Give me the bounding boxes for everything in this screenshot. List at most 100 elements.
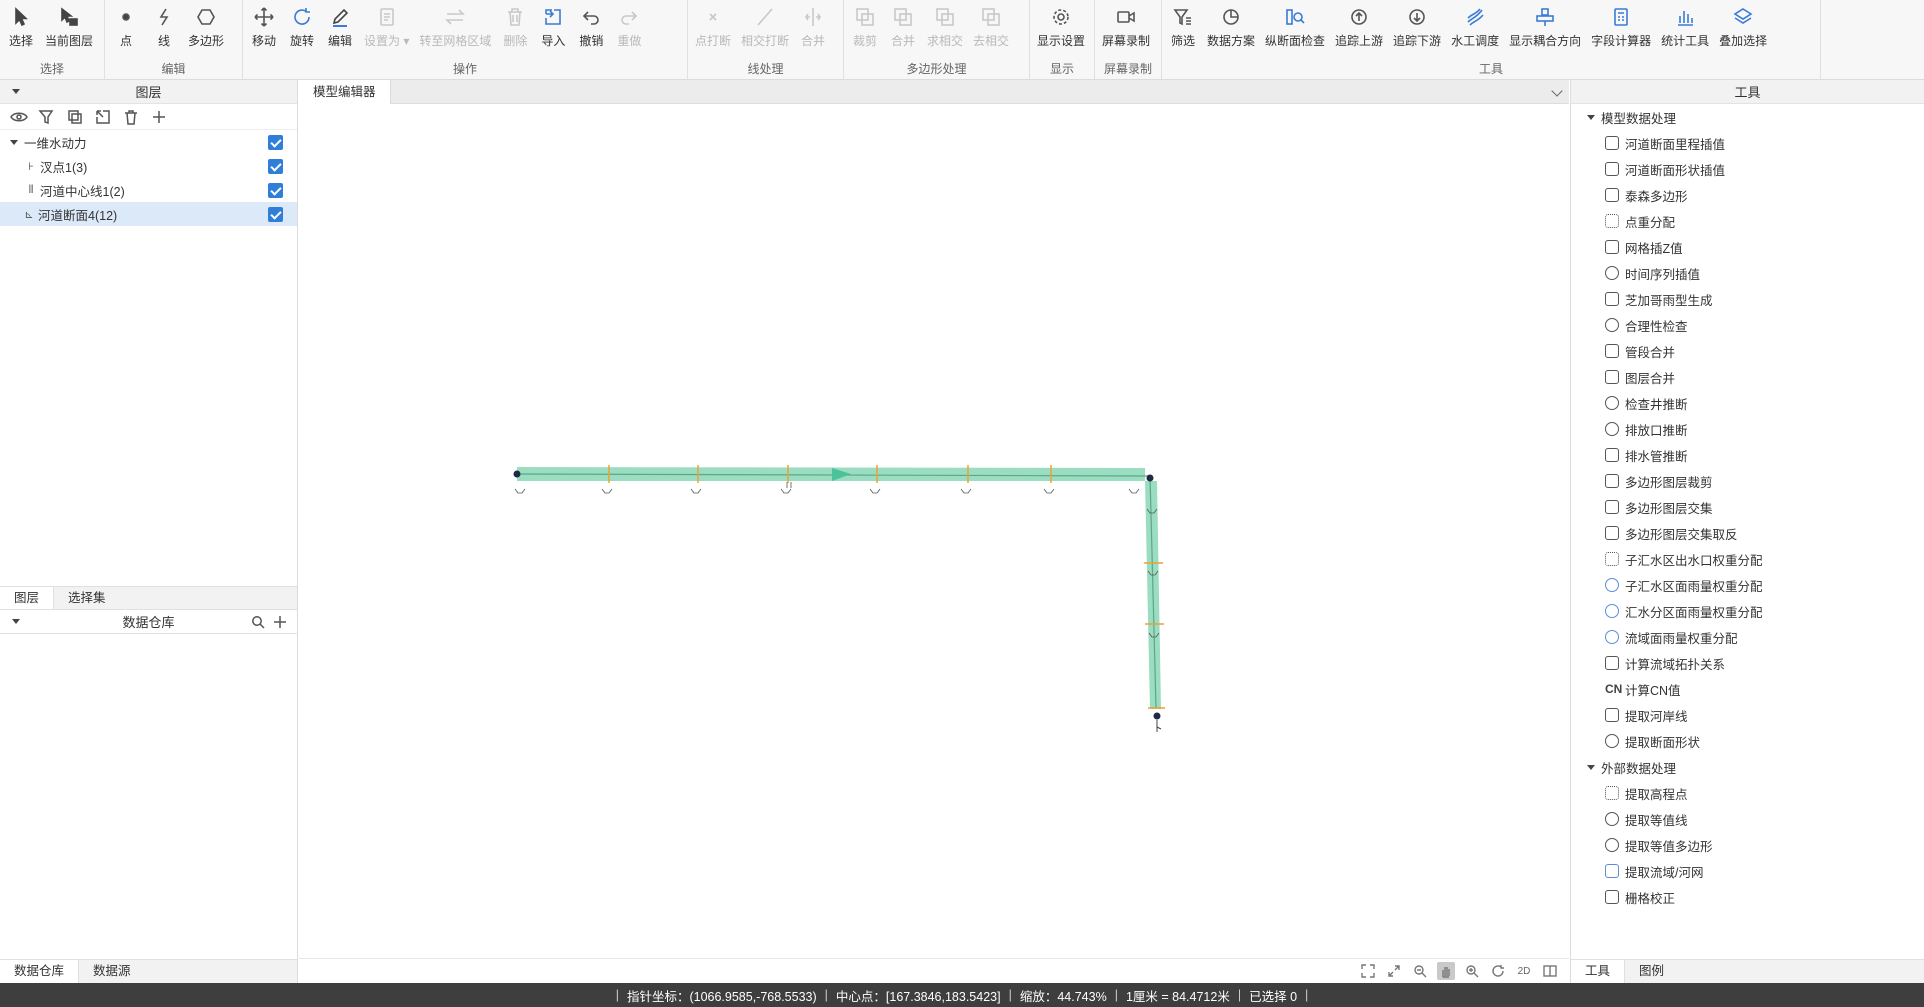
tab-model-editor[interactable]: 模型编辑器 [299,80,391,104]
edit-button[interactable]: 编辑 [321,0,359,60]
tool-item[interactable]: 管段合并 [1571,338,1924,364]
tool-item[interactable]: 子汇水区面雨量权重分配 [1571,572,1924,598]
tool-item[interactable]: 提取断面形状 [1571,728,1924,754]
pan-hand-icon[interactable] [1437,962,1455,980]
tool-item[interactable]: 点重分配 [1571,208,1924,234]
tool-item[interactable]: 网格插Z值 [1571,234,1924,260]
tool-item[interactable]: 泰森多边形 [1571,182,1924,208]
tool-item[interactable]: 流域面雨量权重分配 [1571,624,1924,650]
polygon-merge-button[interactable]: 合并 [884,0,922,60]
tab-legend[interactable]: 图例 [1625,960,1678,983]
screen-record-button[interactable]: 屏幕录制 [1097,0,1155,60]
tool-item[interactable]: 排水管推断 [1571,442,1924,468]
line-merge-button[interactable]: 合并 [794,0,832,60]
tool-item[interactable]: 多边形图层交集 [1571,494,1924,520]
delete-button[interactable]: 删除 [496,0,534,60]
tab-selection-set[interactable]: 选择集 [54,587,120,609]
expand-triangle-icon[interactable] [10,139,18,145]
zoom-out-icon[interactable] [1411,962,1429,980]
trace-upstream-button[interactable]: 追踪上游 [1330,0,1388,60]
river-centerline[interactable] [516,473,1157,709]
coupling-direction-button[interactable]: 显示耦合方向 [1504,0,1586,60]
tool-item[interactable]: 汇水分区面雨量权重分配 [1571,598,1924,624]
layer-visibility-checkbox[interactable] [268,135,283,150]
layer-visibility-checkbox[interactable] [268,159,283,174]
tool-item[interactable]: 多边形图层裁剪 [1571,468,1924,494]
trash-icon[interactable] [122,108,140,126]
field-calculator-button[interactable]: 字段计算器 [1586,0,1656,60]
point-break-button[interactable]: 点打断 [690,0,736,60]
intersect-button[interactable]: 求相交 [922,0,968,60]
junction-node-end[interactable] [1153,712,1161,720]
tab-tools[interactable]: 工具 [1571,960,1626,983]
overlay-select-button[interactable]: 叠加选择 [1714,0,1772,60]
collapse-triangle-icon[interactable] [12,89,20,94]
layer-row-section[interactable]: ⊾ 河道断面4(12) [0,202,297,226]
eye-icon[interactable] [10,108,28,126]
layers-panel-header[interactable]: 图层 [0,80,297,104]
tool-item[interactable]: 河道断面形状插值 [1571,156,1924,182]
set-as-button[interactable]: 设置为 ▾ [359,0,414,60]
tool-section-header[interactable]: 外部数据处理 [1571,754,1924,780]
tool-item[interactable]: 提取流域/河网 [1571,858,1924,884]
data-scheme-button[interactable]: 数据方案 [1202,0,1260,60]
add-icon[interactable] [273,615,287,629]
layer-visibility-checkbox[interactable] [268,207,283,222]
rotate-button[interactable]: 旋转 [283,0,321,60]
redo-button[interactable]: 重做 [610,0,648,60]
2d-mode-toggle[interactable]: 2D [1515,962,1533,980]
tool-item[interactable]: 栅格校正 [1571,884,1924,910]
tab-data-source[interactable]: 数据源 [79,960,145,983]
export-layer-icon[interactable] [94,108,112,126]
draw-line-button[interactable]: 线 [145,0,183,60]
undo-button[interactable]: 撤销 [572,0,610,60]
tab-layers[interactable]: 图层 [0,587,55,609]
search-icon[interactable] [251,615,265,629]
clip-button[interactable]: 裁剪 [846,0,884,60]
move-button[interactable]: 移动 [245,0,283,60]
tool-item[interactable]: 河道断面里程插值 [1571,130,1924,156]
map-canvas[interactable] [299,105,1569,958]
layer-visibility-checkbox[interactable] [268,183,283,198]
split-view-icon[interactable] [1541,962,1559,980]
filter-dropdown-icon[interactable] [38,108,56,126]
tool-item[interactable]: 芝加哥雨型生成 [1571,286,1924,312]
tool-item[interactable]: 提取高程点 [1571,780,1924,806]
tool-item[interactable]: 合理性检查 [1571,312,1924,338]
tool-item[interactable]: 提取河岸线 [1571,702,1924,728]
layer-row-centerline[interactable]: ⦀ 河道中心线1(2) [0,178,297,202]
to-grid-area-button[interactable]: 转至网格区域 [414,0,496,60]
tool-item[interactable]: 图层合并 [1571,364,1924,390]
tool-item[interactable]: 时间序列插值 [1571,260,1924,286]
layer-group-row[interactable]: 一维水动力 [0,130,297,154]
expand-triangle-icon[interactable] [1587,764,1595,770]
add-icon[interactable] [150,108,168,126]
filter-button[interactable]: 筛选 [1164,0,1202,60]
zoom-in-icon[interactable] [1463,962,1481,980]
expand-triangle-icon[interactable] [1587,114,1595,120]
display-settings-button[interactable]: 显示设置 [1032,0,1090,60]
remove-intersect-button[interactable]: 去相交 [968,0,1014,60]
tool-item[interactable]: 子汇水区出水口权重分配 [1571,546,1924,572]
tool-item[interactable]: 排放口推断 [1571,416,1924,442]
full-extent-icon[interactable] [1359,962,1377,980]
tool-item[interactable]: 检查井推断 [1571,390,1924,416]
cross-sections[interactable] [608,465,1165,709]
zoom-extent-icon[interactable] [1385,962,1403,980]
tool-item[interactable]: 提取等值线 [1571,806,1924,832]
refresh-icon[interactable] [1489,962,1507,980]
tool-item[interactable]: 多边形图层交集取反 [1571,520,1924,546]
junction-node-corner[interactable] [1146,474,1154,482]
select-tool-button[interactable]: 选择 [2,0,40,60]
tab-data-warehouse[interactable]: 数据仓库 [0,960,80,983]
profile-check-button[interactable]: 纵断面检查 [1260,0,1330,60]
tool-item[interactable]: 提取等值多边形 [1571,832,1924,858]
tool-section-header[interactable]: 模型数据处理 [1571,104,1924,130]
current-layer-button[interactable]: 当前图层 [40,0,98,60]
layer-row-junction[interactable]: ⊦ 汊点1(3) [0,154,297,178]
copy-layer-icon[interactable] [66,108,84,126]
trace-downstream-button[interactable]: 追踪下游 [1388,0,1446,60]
collapse-triangle-icon[interactable] [12,619,20,624]
tool-item[interactable]: 计算流域拓扑关系 [1571,650,1924,676]
hydraulic-dispatch-button[interactable]: 水工调度 [1446,0,1504,60]
